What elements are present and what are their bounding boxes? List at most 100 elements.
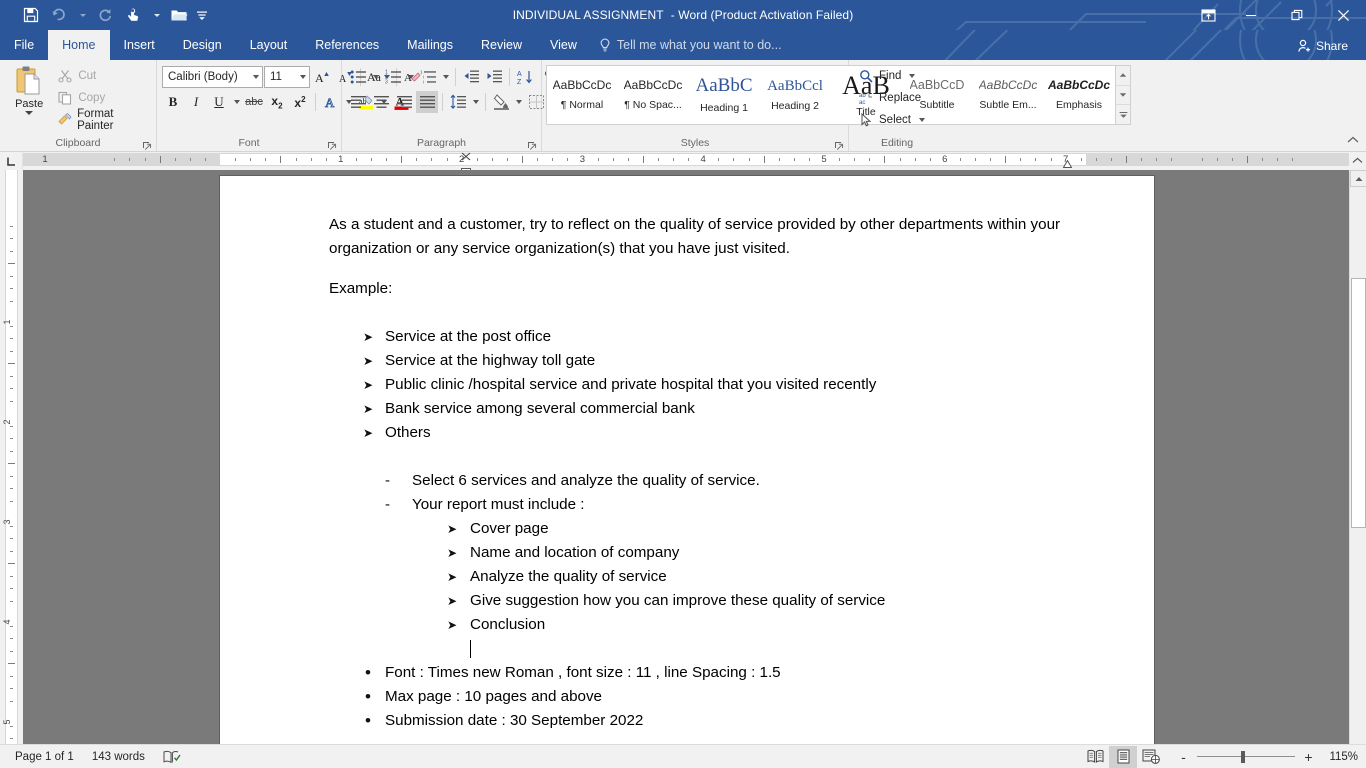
align-right-button[interactable] [393,91,415,113]
align-center-button[interactable] [370,91,392,113]
styles-dialog-launcher[interactable] [834,140,844,150]
scroll-up-button[interactable] [1350,170,1366,187]
touch-mode-dropdown[interactable] [148,2,164,28]
line-spacing-button[interactable] [447,91,469,113]
zoom-slider[interactable] [1197,750,1295,763]
first-line-indent-marker[interactable] [461,152,471,161]
shading-button[interactable] [490,91,512,113]
align-left-button[interactable] [347,91,369,113]
style-normal[interactable]: AaBbCcDc ¶ Normal [547,66,618,124]
vertical-ruler[interactable]: 1 2 3 4 5 [0,170,23,766]
undo-button[interactable] [46,2,72,28]
share-button[interactable]: Share [1287,35,1358,57]
tab-references[interactable]: References [301,30,393,60]
find-button[interactable]: Find [854,65,929,87]
right-indent-marker[interactable] [1063,160,1072,168]
subscript-button[interactable]: x2 [266,91,288,113]
tab-insert[interactable]: Insert [110,30,169,60]
split-window-button[interactable] [1349,152,1366,168]
numbering-dropdown[interactable] [405,66,416,88]
zoom-in-button[interactable]: + [1302,749,1315,765]
tab-file[interactable]: File [0,30,48,60]
style-heading-1[interactable]: AaBbC Heading 1 [689,66,760,124]
vertical-scrollbar[interactable] [1349,170,1366,766]
font-name-combo[interactable]: Calibri (Body) [162,66,263,88]
paragraph-dialog-launcher[interactable] [527,140,537,150]
minimize-button[interactable] [1228,0,1274,30]
multilevel-list-button[interactable]: 1 i i [417,66,439,88]
document-text-body[interactable]: As a student and a customer, try to refl… [329,213,1094,733]
line-spacing-dropdown[interactable] [470,91,481,113]
replace-button[interactable]: ab ac Replace [854,87,929,109]
tab-review[interactable]: Review [467,30,536,60]
style-label: Heading 1 [700,102,748,115]
style-emphasis[interactable]: AaBbCcDc Emphasis [1044,66,1115,124]
word-application-window: INDIVIDUAL ASSIGNMENT - Word (Product Ac… [0,0,1366,768]
decrease-indent-button[interactable] [460,66,482,88]
restore-button[interactable] [1274,0,1320,30]
customize-quick-access-toolbar-button[interactable] [194,2,210,28]
tell-me-search[interactable]: Tell me what you want to do... [591,30,792,60]
horizontal-ruler[interactable]: 11234567 [23,152,1366,170]
bullets-dropdown[interactable] [370,66,381,88]
copy-button[interactable]: Copy [53,87,151,109]
shading-dropdown[interactable] [513,91,524,113]
word-count[interactable]: 143 words [83,745,154,768]
zoom-slider-thumb[interactable] [1241,750,1245,763]
ribbon-display-options-button[interactable] [1188,0,1228,30]
view-read-mode-button[interactable] [1081,746,1109,768]
tab-mailings[interactable]: Mailings [393,30,467,60]
tab-view[interactable]: View [536,30,591,60]
close-button[interactable] [1320,0,1366,30]
paste-button[interactable]: Paste [5,63,53,135]
style-subtle-emphasis[interactable]: AaBbCcDc Subtle Em... [973,66,1044,124]
bold-button[interactable]: B [162,91,184,113]
underline-button[interactable]: U [208,91,230,113]
collapse-ribbon-button[interactable] [1344,131,1362,149]
cut-button[interactable]: Cut [53,65,151,87]
numbering-button[interactable]: 1 2 3 [382,66,404,88]
scrollbar-thumb[interactable] [1351,278,1366,528]
document-page[interactable]: As a student and a customer, try to refl… [220,176,1154,766]
strikethrough-button[interactable]: abc [243,91,265,113]
styles-more-button[interactable] [1116,105,1130,125]
italic-button[interactable]: I [185,91,207,113]
bullets-button[interactable] [347,66,369,88]
tab-design[interactable]: Design [169,30,236,60]
undo-dropdown[interactable] [74,2,90,28]
increase-indent-button[interactable] [483,66,505,88]
sort-button[interactable]: A Z [514,66,536,88]
page-indicator[interactable]: Page 1 of 1 [6,745,83,768]
underline-dropdown[interactable] [231,91,242,113]
zoom-percent-label[interactable]: 115% [1322,751,1358,763]
tab-stop-selector[interactable] [0,152,23,170]
styles-scroll-up-button[interactable] [1116,66,1130,86]
open-button[interactable] [166,2,192,28]
customize-qat-icon [197,11,207,20]
font-dialog-launcher[interactable] [327,140,337,150]
list-item: Cover page [447,517,1094,541]
save-button[interactable] [18,2,44,28]
chevron-down-icon [153,13,160,17]
text-effects-button[interactable]: A [320,91,342,113]
view-print-layout-button[interactable] [1109,745,1137,768]
style-heading-2[interactable]: AaBbCcl Heading 2 [760,66,831,124]
zoom-out-button[interactable]: - [1177,749,1190,765]
clipboard-dialog-launcher[interactable] [142,140,152,150]
select-button[interactable]: Select [854,109,929,131]
tab-home[interactable]: Home [48,30,110,60]
redo-button[interactable] [92,2,118,28]
format-painter-button[interactable]: Format Painter [53,108,151,132]
justify-button[interactable] [416,91,438,113]
font-size-combo[interactable]: 11 [264,66,310,88]
superscript-button[interactable]: x2 [289,91,311,113]
grow-font-button[interactable]: A [311,66,333,88]
touch-mouse-mode-button[interactable] [120,2,146,28]
multilevel-list-dropdown[interactable] [440,66,451,88]
style-no-spacing[interactable]: AaBbCcDc ¶ No Spac... [618,66,689,124]
styles-scroll-down-button[interactable] [1116,85,1130,106]
proofing-status-button[interactable] [154,745,190,768]
tab-layout[interactable]: Layout [236,30,302,60]
view-web-layout-button[interactable] [1137,746,1165,768]
ruler-tick [778,158,780,161]
